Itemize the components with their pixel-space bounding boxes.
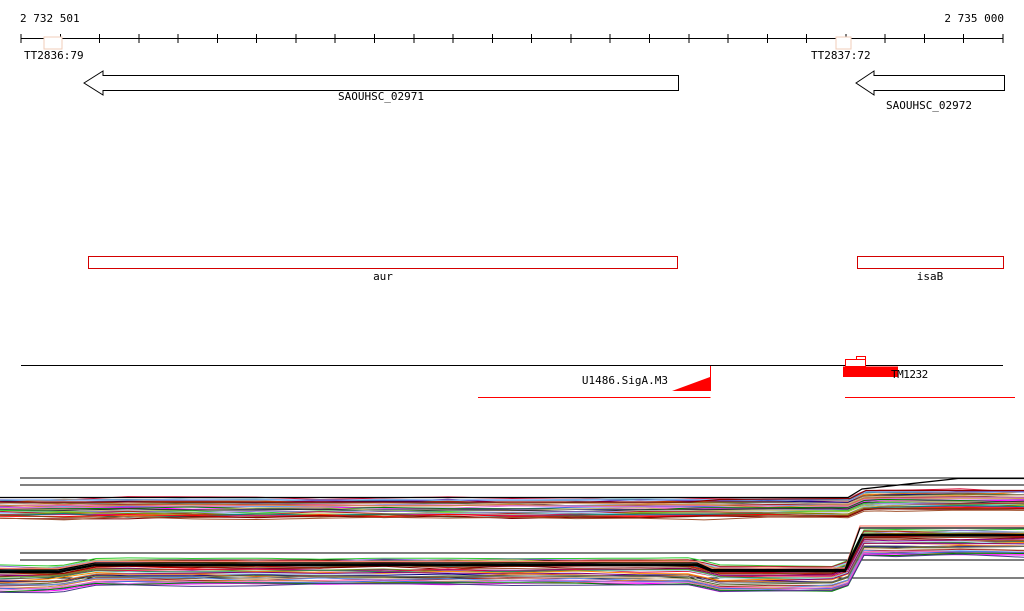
cds-aur-label: aur: [373, 270, 393, 283]
motif-label: U1486.SigA.M3: [581, 374, 668, 387]
terminator-bar[interactable]: [843, 366, 898, 378]
coordinate-ruler[interactable]: [20, 34, 1004, 50]
gene-left-label: SAOUHSC_02971: [337, 90, 425, 103]
terminator-outline-a: [845, 359, 866, 367]
genome-browser-view: 2 732 501 2 735 000 TT2836:79 TT2837:72 …: [0, 0, 1024, 611]
tss-left-label: TT2836:79: [24, 49, 84, 62]
expression-traces: [0, 477, 1024, 594]
ruler-start-coordinate: 2 732 501: [20, 12, 80, 25]
motif-wedge[interactable]: [672, 377, 710, 391]
tss-right-label: TT2837:72: [811, 49, 871, 62]
gene-arrow-saouhsc-02972[interactable]: [855, 70, 1005, 96]
terminator-label: TM1232: [891, 368, 928, 381]
cds-isab-label: isaB: [916, 270, 944, 283]
ruler-end-coordinate: 2 735 000: [944, 12, 1004, 25]
cds-box-isab[interactable]: [857, 256, 1004, 269]
gene-right-label: SAOUHSC_02972: [885, 99, 973, 112]
tss-right-marker[interactable]: [835, 36, 852, 50]
cds-box-aur[interactable]: [88, 256, 678, 269]
tss-left-marker[interactable]: [43, 36, 63, 50]
